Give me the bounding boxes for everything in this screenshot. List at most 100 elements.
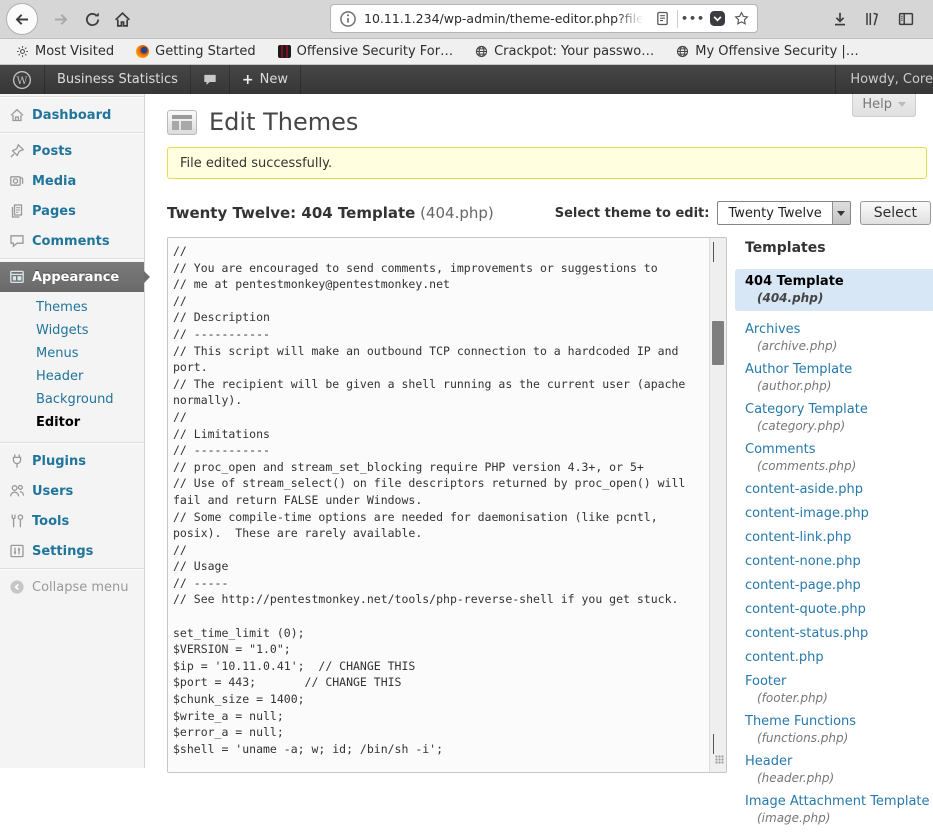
sidebar-subitem-widgets[interactable]: Widgets bbox=[0, 319, 144, 342]
bookmark-item[interactable]: Most Visited bbox=[16, 44, 114, 59]
sidebar-item-users[interactable]: Users bbox=[0, 476, 144, 506]
bookmark-item[interactable]: Crackpot: Your passwo… bbox=[475, 44, 654, 59]
adminbar-site-name[interactable]: Business Statistics bbox=[45, 65, 191, 94]
template-item[interactable]: Category Template(category.php) bbox=[745, 402, 933, 433]
template-item[interactable]: content-status.php bbox=[745, 626, 933, 641]
adminbar-new-button[interactable]: + New bbox=[230, 65, 301, 94]
template-item[interactable]: content-link.php bbox=[745, 530, 933, 545]
sidebar-subitem-header[interactable]: Header bbox=[0, 365, 144, 388]
sidebar-item-dashboard[interactable]: Dashboard bbox=[0, 100, 144, 130]
template-filename: (functions.php) bbox=[757, 731, 933, 745]
template-name[interactable]: content-aside.php bbox=[745, 482, 933, 497]
template-item[interactable]: Image Attachment Template(image.php) bbox=[745, 794, 933, 825]
template-item[interactable]: content-none.php bbox=[745, 554, 933, 569]
template-name[interactable]: Image Attachment Template bbox=[745, 794, 933, 809]
template-item[interactable]: content-aside.php bbox=[745, 482, 933, 497]
template-name[interactable]: content-page.php bbox=[745, 578, 933, 593]
adminbar-comments-button[interactable] bbox=[191, 65, 230, 94]
wp-logo-button[interactable]: W bbox=[0, 65, 45, 94]
bookmark-item[interactable]: Offensive Security For… bbox=[278, 44, 453, 59]
template-name[interactable]: content-link.php bbox=[745, 530, 933, 545]
sidebar-subitem-background[interactable]: Background bbox=[0, 388, 144, 411]
code-textarea[interactable]: // // You are encouraged to send comment… bbox=[168, 238, 711, 757]
bookmark-item[interactable]: My Offensive Security |… bbox=[676, 44, 859, 59]
offsec-icon bbox=[278, 45, 291, 58]
template-item[interactable]: Archives (archive.php) bbox=[745, 322, 933, 353]
home-button[interactable] bbox=[106, 3, 138, 35]
active-menu-arrow-icon bbox=[144, 271, 150, 283]
sidebar-subitem-menus[interactable]: Menus bbox=[0, 342, 144, 365]
template-item[interactable]: Comments(comments.php) bbox=[745, 442, 933, 473]
url-bar[interactable]: 10.11.1.234/wp-admin/theme-editor.php?fi… bbox=[330, 4, 758, 33]
scroll-down-icon[interactable] bbox=[713, 735, 723, 745]
reload-button[interactable] bbox=[76, 3, 108, 35]
bookmark-star-icon[interactable] bbox=[729, 7, 753, 31]
template-filename: (archive.php) bbox=[757, 339, 933, 353]
template-item[interactable]: Author Template (author.php) bbox=[745, 362, 933, 393]
template-name[interactable]: Category Template bbox=[745, 402, 933, 417]
sidebar-subitem-editor[interactable]: Editor bbox=[0, 411, 144, 434]
sidebar-item-tools[interactable]: Tools bbox=[0, 506, 144, 536]
sidebar-item-label: Pages bbox=[32, 204, 76, 219]
page-header: Edit Themes bbox=[167, 108, 358, 136]
template-item[interactable]: content.php bbox=[745, 650, 933, 665]
template-item[interactable]: content-page.php bbox=[745, 578, 933, 593]
select-theme-button[interactable]: Select bbox=[860, 201, 931, 225]
settings-icon bbox=[9, 543, 25, 559]
template-name[interactable]: Theme Functions bbox=[745, 714, 933, 729]
info-icon[interactable] bbox=[339, 10, 357, 28]
page-actions-icon[interactable]: ••• bbox=[681, 7, 705, 31]
sidebar-toggle-button[interactable] bbox=[892, 6, 920, 32]
template-filename: (author.php) bbox=[757, 379, 933, 393]
reader-mode-icon[interactable] bbox=[650, 7, 674, 31]
menu-separator bbox=[0, 96, 144, 98]
wp-admin-bar: W Business Statistics + New Howdy, Core bbox=[0, 65, 933, 94]
template-item[interactable]: 404 Template(404.php) bbox=[735, 269, 933, 311]
sidebar-item-plugins[interactable]: Plugins bbox=[0, 446, 144, 476]
template-item[interactable]: Theme Functions (functions.php) bbox=[745, 714, 933, 745]
template-item[interactable]: content-image.php bbox=[745, 506, 933, 521]
bookmark-item[interactable]: Getting Started bbox=[136, 44, 256, 59]
url-text[interactable]: 10.11.1.234/wp-admin/theme-editor.php?fi… bbox=[364, 11, 650, 26]
template-name[interactable]: content-quote.php bbox=[745, 602, 933, 617]
sidebar-item-label: Comments bbox=[32, 234, 110, 249]
sidebar-item-settings[interactable]: Settings bbox=[0, 536, 144, 566]
template-name[interactable]: Author Template bbox=[745, 362, 933, 377]
template-name[interactable]: Comments bbox=[745, 442, 933, 457]
sidebar-item-collapse-menu[interactable]: Collapse menu bbox=[0, 572, 144, 602]
editor-scrollbar[interactable] bbox=[709, 238, 726, 772]
sidebar-item-pages[interactable]: Pages bbox=[0, 196, 144, 226]
theme-dropdown[interactable]: Twenty Twelve bbox=[717, 201, 850, 225]
sidebar-item-comments[interactable]: Comments bbox=[0, 226, 144, 256]
template-item[interactable]: content-quote.php bbox=[745, 602, 933, 617]
pocket-icon[interactable] bbox=[705, 7, 729, 31]
adminbar-howdy[interactable]: Howdy, Core bbox=[835, 65, 933, 94]
template-item[interactable]: Header(header.php) bbox=[745, 754, 933, 785]
url-text-wrap[interactable]: 10.11.1.234/wp-admin/theme-editor.php?fi… bbox=[364, 5, 650, 32]
template-name[interactable]: content-image.php bbox=[745, 506, 933, 521]
sidebar-item-appearance[interactable]: Appearance bbox=[0, 262, 144, 292]
resize-grip-icon[interactable] bbox=[715, 755, 724, 764]
template-name[interactable]: Footer bbox=[745, 674, 933, 689]
sidebar-item-posts[interactable]: Posts bbox=[0, 136, 144, 166]
template-name[interactable]: content-status.php bbox=[745, 626, 933, 641]
template-item[interactable]: Footer(footer.php) bbox=[745, 674, 933, 705]
template-name[interactable]: Archives bbox=[745, 322, 933, 337]
back-button[interactable] bbox=[6, 3, 38, 35]
scroll-up-icon[interactable] bbox=[713, 243, 723, 253]
template-name[interactable]: content.php bbox=[745, 650, 933, 665]
help-tab-button[interactable]: Help bbox=[852, 94, 916, 117]
bookmark-label: Offensive Security For… bbox=[297, 44, 453, 59]
code-editor[interactable]: // // You are encouraged to send comment… bbox=[167, 237, 727, 773]
template-name[interactable]: content-none.php bbox=[745, 554, 933, 569]
gear-icon bbox=[16, 45, 29, 58]
scrollbar-thumb[interactable] bbox=[712, 321, 724, 365]
sidebar-item-media[interactable]: Media bbox=[0, 166, 144, 196]
sidebar-subitem-themes[interactable]: Themes bbox=[0, 296, 144, 319]
forward-button[interactable] bbox=[44, 3, 76, 35]
template-name[interactable]: Header bbox=[745, 754, 933, 769]
library-button[interactable] bbox=[858, 6, 886, 32]
bookmark-label: My Offensive Security |… bbox=[695, 44, 859, 59]
downloads-button[interactable] bbox=[826, 6, 854, 32]
sidebar-item-label: Media bbox=[32, 174, 76, 189]
